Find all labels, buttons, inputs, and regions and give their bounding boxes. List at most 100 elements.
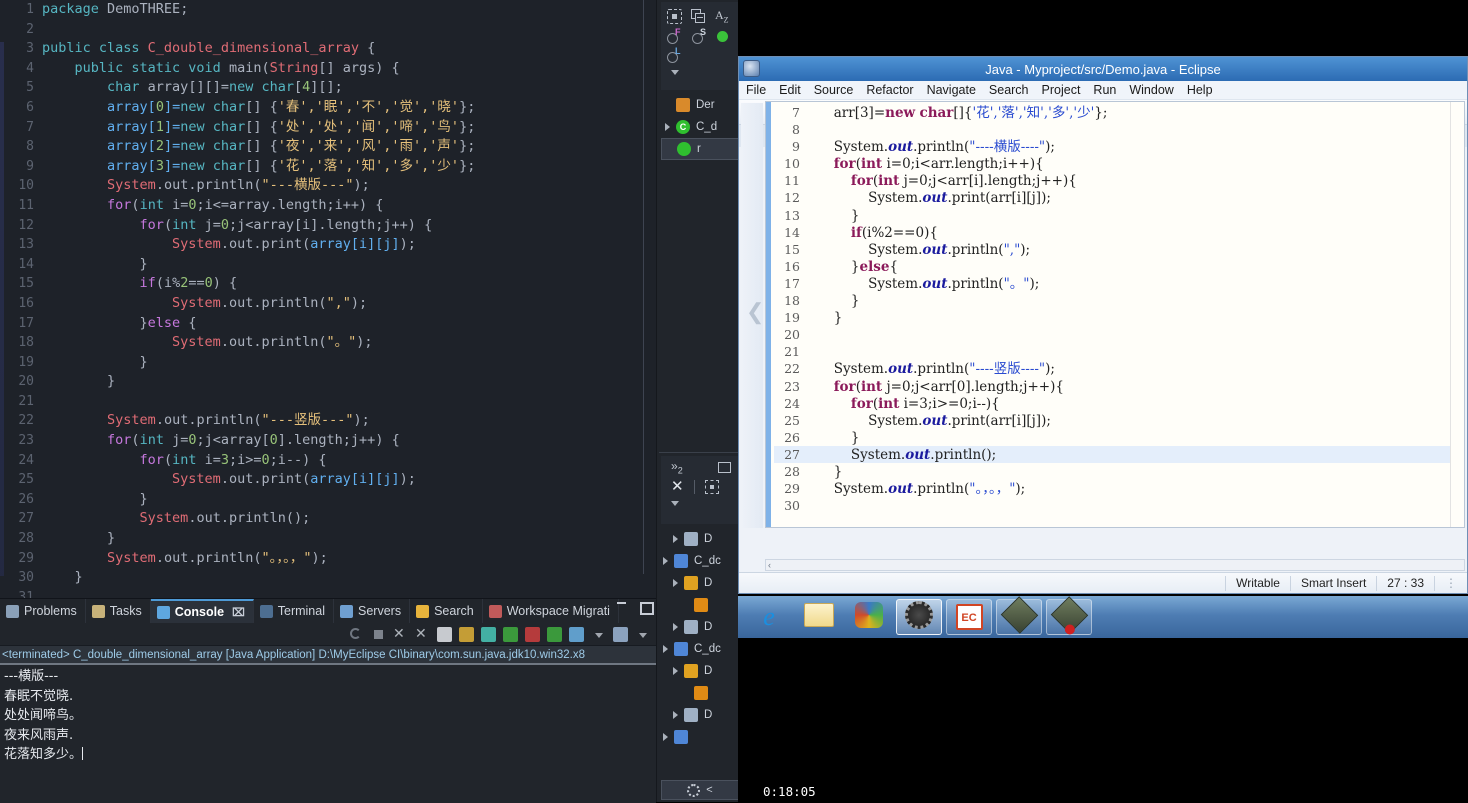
code-line[interactable]: 18 System.out.println("。"); [0, 333, 656, 353]
code-line[interactable]: 17 System.out.println("。"); [774, 275, 1464, 292]
taskbar-buttons[interactable]: e EC [738, 595, 1468, 638]
editor-overview-ruler[interactable] [1450, 102, 1464, 527]
code-line[interactable]: 26 } [774, 429, 1464, 446]
bottom-tab-problems[interactable]: Problems [0, 599, 86, 623]
editor-annotation-bar[interactable] [766, 102, 771, 527]
code-line[interactable]: 2 [0, 20, 656, 40]
show-console-stdout-icon[interactable] [503, 626, 518, 642]
code-line[interactable]: 24 for(int i=3;i>=0;i--){ [774, 395, 1464, 412]
menu-item-file[interactable]: File [746, 83, 766, 97]
taskbar-button-eclipse-app-2[interactable] [1046, 595, 1092, 637]
outline-item-Der[interactable]: Der [661, 94, 739, 116]
chevron-down-icon[interactable] [591, 627, 606, 642]
remove-all-breakpoints-icon[interactable]: ✕ [671, 479, 684, 494]
menu-item-help[interactable]: Help [1187, 83, 1213, 97]
code-line[interactable]: 5 char array[][]=new char[4][]; [0, 78, 656, 98]
maximize-icon[interactable] [639, 602, 654, 615]
taskbar-button-eclipse-app-1[interactable] [996, 595, 1042, 635]
status-resize-grip[interactable]: ⋮ [1434, 575, 1467, 591]
stop-icon[interactable] [371, 627, 386, 642]
hide-fields-icon[interactable]: F [667, 27, 682, 45]
expand-arrow-icon[interactable] [673, 535, 678, 543]
clear-console-icon[interactable] [437, 626, 452, 642]
menu-item-navigate[interactable]: Navigate [927, 83, 976, 97]
outline-view-toolbar[interactable]: AZ F S L [661, 2, 739, 90]
menu-item-window[interactable]: Window [1129, 83, 1173, 97]
eclipse-menu-bar[interactable]: File Edit Source Refactor Navigate Search Proj… [739, 81, 1467, 100]
code-line[interactable]: 30 [774, 497, 1464, 514]
view-window-buttons[interactable] [616, 602, 654, 615]
hide-static-icon[interactable]: S [692, 27, 707, 45]
menu-item-refactor[interactable]: Refactor [866, 83, 913, 97]
hide-local-icon[interactable]: L [667, 46, 682, 64]
code-line[interactable]: 29 System.out.println("。，。，"); [0, 549, 656, 569]
code-line[interactable]: 22 System.out.println("---竖版---"); [0, 411, 656, 431]
code-line[interactable]: 12 for(int j=0;j<array[i].length;j++) { [0, 216, 656, 236]
taskbar-button-internet-explorer[interactable]: e [746, 599, 792, 635]
code-line[interactable]: 30 } [0, 568, 656, 588]
debug-tree-item[interactable] [659, 726, 739, 748]
sort-az-icon[interactable]: AZ [715, 8, 729, 24]
debug-tree[interactable]: D C_dc D D C_dc D D [659, 528, 739, 748]
pin-console-icon[interactable] [547, 626, 562, 642]
editor-horizontal-scrollbar[interactable]: ‹ [765, 559, 1465, 571]
expand-arrow-icon[interactable] [665, 123, 670, 131]
code-line[interactable]: 13 } [774, 207, 1464, 224]
code-line[interactable]: 27 System.out.println(); [0, 509, 656, 529]
debug-tree-item[interactable]: D [659, 572, 739, 594]
menu-item-source[interactable]: Source [814, 83, 854, 97]
debug-tree-item[interactable]: C_dc [659, 638, 739, 660]
code-line[interactable]: 4 public static void main(String[] args)… [0, 59, 656, 79]
eclipse-code-content[interactable]: 7 arr[3]=new char[]{'花','落','知','多','少'}… [766, 102, 1464, 514]
taskbar-button-media-player[interactable] [846, 599, 892, 635]
code-line[interactable]: 9 System.out.println("----横版----"); [774, 138, 1464, 155]
expand-arrow-icon[interactable] [663, 557, 668, 565]
menu-item-search[interactable]: Search [989, 83, 1029, 97]
bottom-tab-console[interactable]: Console ⌧ [150, 599, 254, 623]
debug-tree-item[interactable]: D [659, 704, 739, 726]
code-line[interactable]: 20 [774, 326, 1464, 343]
debug-footer[interactable]: < [661, 780, 739, 800]
menu-item-project[interactable]: Project [1042, 83, 1081, 97]
menu-item-edit[interactable]: Edit [779, 83, 801, 97]
bottom-tab-tasks[interactable]: Tasks [86, 599, 151, 623]
view-overflow-indicator[interactable]: »2 [671, 459, 683, 475]
code-line[interactable]: 14 if(i%2==0){ [774, 224, 1464, 241]
debug-tree-item[interactable]: D [659, 616, 739, 638]
code-line[interactable]: 17 }else { [0, 314, 656, 334]
code-line[interactable]: 7 arr[3]=new char[]{'花','落','知','多','少'}… [774, 104, 1464, 121]
code-line[interactable]: 7 array[1]=new char[] {'处','处','闻','啼','… [0, 118, 656, 138]
code-line[interactable]: 16 System.out.println(","); [0, 294, 656, 314]
left-code-content[interactable]: 1 package DemoTHREE; 2 3 public class C_doub… [0, 0, 656, 598]
code-line[interactable]: 28 } [0, 529, 656, 549]
expand-arrow-icon[interactable] [673, 623, 678, 631]
expand-arrow-icon[interactable] [663, 733, 668, 741]
code-line[interactable]: 27 System.out.println(); [774, 445, 1464, 463]
code-line[interactable]: 21 [774, 343, 1464, 360]
lock-scroll-icon[interactable] [459, 626, 474, 642]
minimize-icon[interactable] [616, 602, 629, 613]
close-icon[interactable]: ⌧ [232, 606, 245, 619]
code-line[interactable]: 31 [0, 588, 656, 598]
code-line[interactable]: 22 System.out.println("----竖版----"); [774, 360, 1464, 377]
expand-arrow-icon[interactable] [673, 579, 678, 587]
debug-tree-item[interactable]: D [659, 528, 739, 550]
outline-tree[interactable]: Der C C_d r [661, 94, 739, 160]
bottom-view-tabs[interactable]: Problems Tasks Console ⌧ Terminal Servers Sear… [0, 599, 656, 623]
refresh-icon[interactable] [349, 627, 364, 642]
eclipse-code-editor[interactable]: 7 arr[3]=new char[]{'花','落','知','多','少'}… [765, 101, 1465, 528]
collapse-all-icon[interactable] [667, 8, 682, 24]
code-line[interactable]: 9 array[3]=new char[] {'花','落','知','多','… [0, 157, 656, 177]
code-line[interactable]: 10 for(int i=0;i<arr.length;i++){ [774, 155, 1464, 172]
chevron-down-icon-debug[interactable] [661, 494, 739, 515]
code-line[interactable]: 26 } [0, 490, 656, 510]
chevron-down-icon-2[interactable] [635, 627, 650, 642]
console-toolbar[interactable]: ✕ ✕ [0, 623, 656, 646]
code-line[interactable]: 18 } [774, 292, 1464, 309]
taskbar-button-java-gear-app[interactable] [896, 599, 942, 635]
code-line[interactable]: 28 } [774, 463, 1464, 480]
code-line[interactable]: 24 for(int i=3;i>=0;i--) { [0, 451, 656, 471]
chevron-down-icon[interactable] [661, 63, 739, 84]
code-line[interactable]: 15 System.out.println(","); [774, 241, 1464, 258]
debug-tree-item[interactable] [659, 682, 739, 704]
